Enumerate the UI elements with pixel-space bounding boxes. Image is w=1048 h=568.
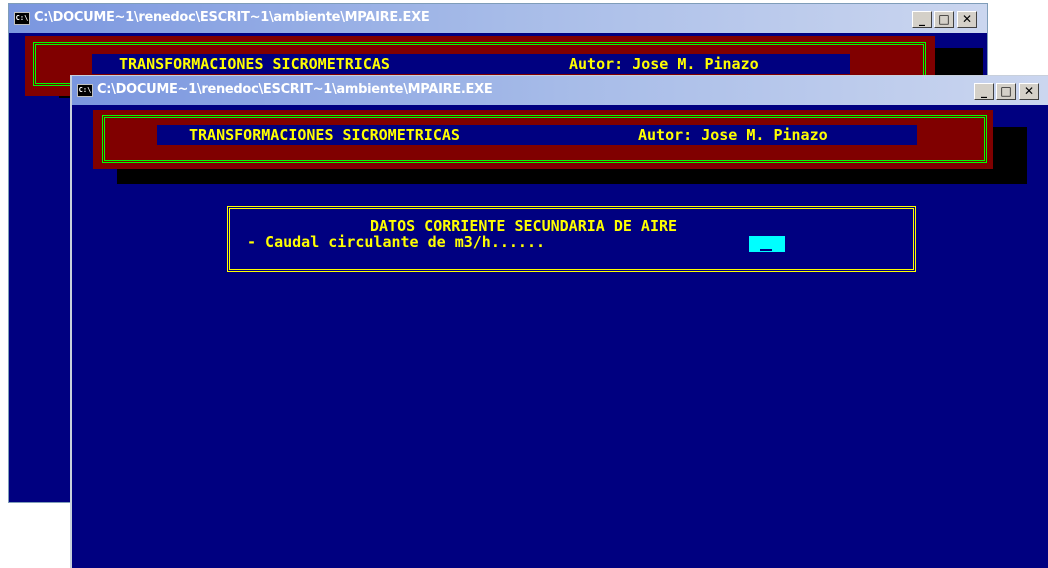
program-author: Autor: Jose M. Pinazo xyxy=(569,55,759,73)
program-author: Autor: Jose M. Pinazo xyxy=(638,126,828,144)
title-bar[interactable]: C:\ C:\DOCUME~1\renedoc\ESCRIT~1\ambient… xyxy=(9,4,987,33)
minimize-button[interactable]: _ xyxy=(974,83,994,100)
console-icon[interactable]: C:\ xyxy=(14,12,30,25)
console-icon[interactable]: C:\ xyxy=(77,84,93,97)
program-title: TRANSFORMACIONES SICROMETRICAS xyxy=(119,55,390,73)
maximize-button[interactable]: □ xyxy=(934,11,954,28)
title-bar[interactable]: C:\ C:\DOCUME~1\renedoc\ESCRIT~1\ambient… xyxy=(72,76,1048,105)
window-title: C:\DOCUME~1\renedoc\ESCRIT~1\ambiente\MP… xyxy=(34,10,430,25)
close-button[interactable]: ✕ xyxy=(957,11,977,28)
program-title: TRANSFORMACIONES SICROMETRICAS xyxy=(189,126,460,144)
window-title: C:\DOCUME~1\renedoc\ESCRIT~1\ambiente\MP… xyxy=(97,82,493,97)
console-area[interactable]: TRANSFORMACIONES SICROMETRICAS Autor: Jo… xyxy=(72,105,1048,568)
flow-rate-prompt: - Caudal circulante de m3/h...... xyxy=(247,233,546,251)
minimize-button[interactable]: _ xyxy=(912,11,932,28)
close-button[interactable]: ✕ xyxy=(1019,83,1039,100)
maximize-button[interactable]: □ xyxy=(996,83,1016,100)
text-cursor xyxy=(760,249,772,251)
console-window-front[interactable]: C:\ C:\DOCUME~1\renedoc\ESCRIT~1\ambient… xyxy=(70,75,1048,568)
